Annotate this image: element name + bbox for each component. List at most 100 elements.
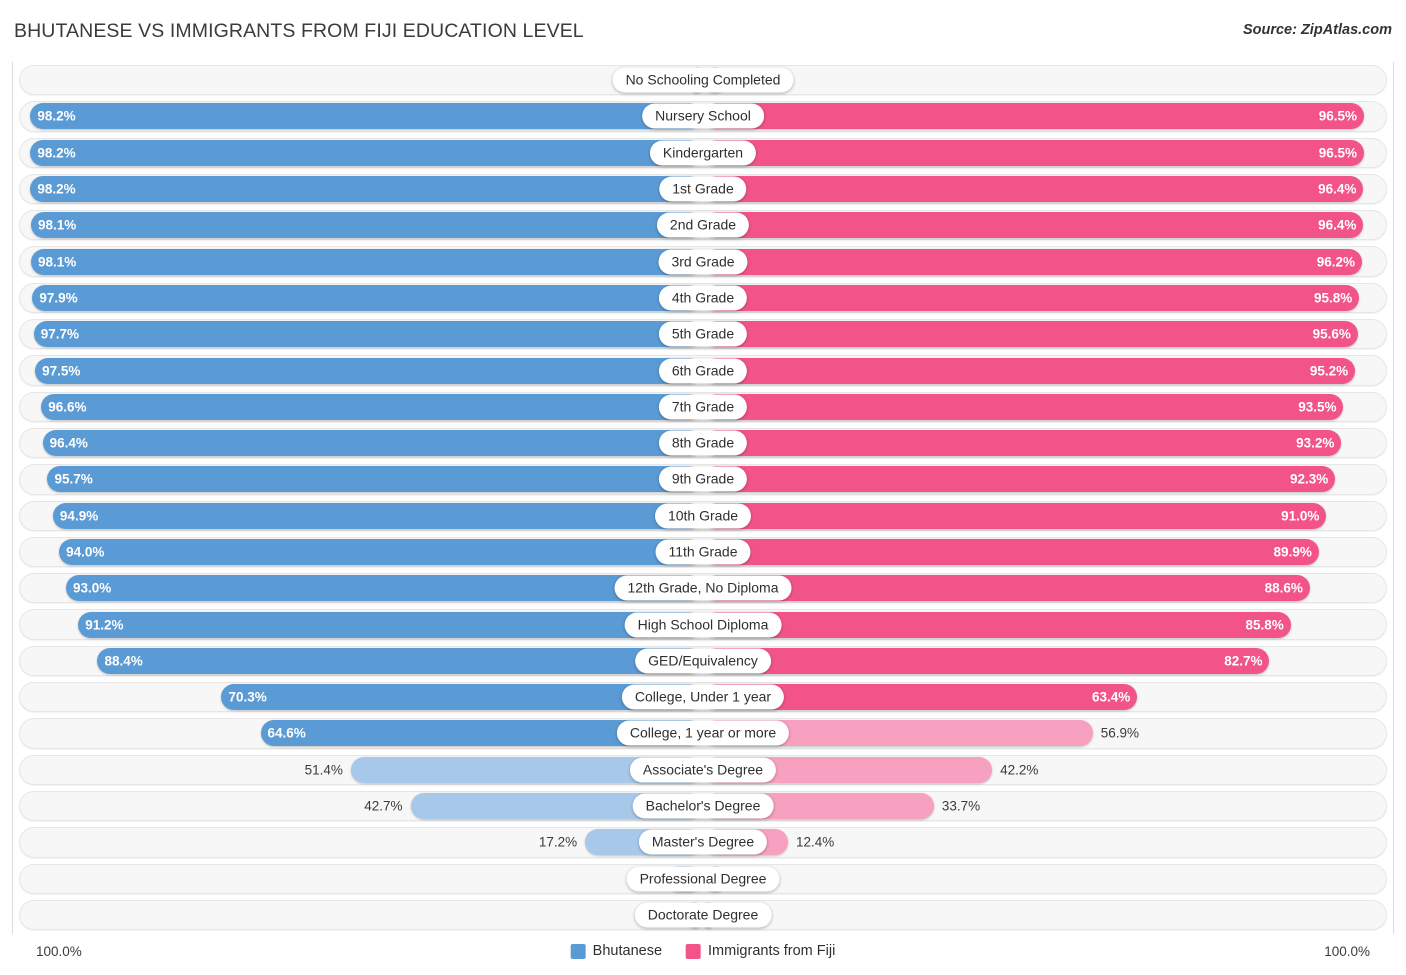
value-label-immigrants-from-fiji: 96.2% xyxy=(1316,253,1355,269)
value-label-bhutanese: 96.6% xyxy=(48,399,87,415)
bar-immigrants-from-fiji xyxy=(703,248,1362,275)
chart-row: 51.4% 42.2% Associate's Degree xyxy=(13,752,1393,788)
bar-immigrants-from-fiji xyxy=(703,575,1310,602)
value-label-bhutanese: 91.2% xyxy=(85,616,124,632)
chart-row: 98.2% 96.5% Nursery School xyxy=(13,98,1393,134)
bar-immigrants-from-fiji xyxy=(703,502,1327,529)
category-label: Professional Degree xyxy=(626,866,780,892)
value-label-bhutanese: 64.6% xyxy=(267,725,306,741)
bar-immigrants-from-fiji xyxy=(703,103,1365,130)
chart-legend: Bhutanese Immigrants from Fiji xyxy=(570,943,835,959)
legend-item[interactable]: Bhutanese xyxy=(570,943,663,959)
bar-bhutanese xyxy=(59,539,703,565)
value-label-immigrants-from-fiji: 96.4% xyxy=(1318,217,1357,233)
value-label-immigrants-from-fiji: 93.2% xyxy=(1296,435,1335,451)
value-label-immigrants-from-fiji: 33.7% xyxy=(941,798,981,814)
bar-bhutanese xyxy=(31,248,703,275)
value-label-immigrants-from-fiji: 89.9% xyxy=(1273,544,1312,560)
chart-row: 95.7% 92.3% 9th Grade xyxy=(13,461,1393,497)
bar-bhutanese xyxy=(52,502,703,529)
value-label-immigrants-from-fiji: 96.4% xyxy=(1318,181,1357,197)
value-label-immigrants-from-fiji: 91.0% xyxy=(1281,507,1320,523)
value-label-bhutanese: 98.1% xyxy=(38,217,77,233)
bar-bhutanese xyxy=(32,284,703,311)
chart-row: 97.7% 95.6% 5th Grade xyxy=(13,316,1393,352)
legend-swatch-icon xyxy=(570,943,586,959)
value-label-bhutanese: 98.1% xyxy=(38,253,77,269)
bar-bhutanese xyxy=(41,393,703,420)
bar-bhutanese xyxy=(35,357,703,384)
chart-row: 70.3% 63.4% College, Under 1 year xyxy=(13,679,1393,715)
value-label-bhutanese: 93.0% xyxy=(72,580,112,596)
bar-immigrants-from-fiji xyxy=(703,393,1344,420)
value-label-immigrants-from-fiji: 95.6% xyxy=(1312,326,1351,342)
category-label: College, Under 1 year xyxy=(621,684,785,710)
category-label: Master's Degree xyxy=(638,829,768,855)
chart-row: 42.7% 33.7% Bachelor's Degree xyxy=(13,788,1393,824)
value-label-bhutanese: 98.2% xyxy=(37,181,76,197)
value-label-immigrants-from-fiji: 95.8% xyxy=(1313,290,1353,306)
bar-immigrants-from-fiji xyxy=(703,212,1364,239)
axis-label-right: 100.0% xyxy=(1324,944,1370,959)
bar-immigrants-from-fiji xyxy=(703,466,1336,493)
value-label-bhutanese: 95.7% xyxy=(54,471,93,487)
value-label-bhutanese: 88.4% xyxy=(104,653,143,669)
bar-bhutanese xyxy=(30,139,703,166)
legend-item[interactable]: Immigrants from Fiji xyxy=(686,943,835,959)
value-label-bhutanese: 51.4% xyxy=(304,762,343,778)
chart-row: 96.4% 93.2% 8th Grade xyxy=(13,425,1393,461)
category-label: 5th Grade xyxy=(658,321,748,347)
chart-row: 2.3%1.6%Doctorate Degree xyxy=(13,897,1393,933)
value-label-immigrants-from-fiji: 42.2% xyxy=(1000,762,1039,778)
bar-immigrants-from-fiji xyxy=(703,647,1270,674)
category-label: 4th Grade xyxy=(658,285,748,311)
category-label: High School Diploma xyxy=(624,612,782,638)
axis-label-left: 100.0% xyxy=(36,944,82,959)
chart-page: BHUTANESE VS IMMIGRANTS FROM FIJI EDUCAT… xyxy=(0,0,1406,975)
chart-row: 98.1% 96.4% 2nd Grade xyxy=(13,207,1393,243)
legend-label: Immigrants from Fiji xyxy=(708,943,836,959)
bar-bhutanese xyxy=(30,176,703,203)
value-label-immigrants-from-fiji: 63.4% xyxy=(1092,689,1131,705)
category-label: Nursery School xyxy=(642,103,764,129)
value-label-bhutanese: 70.3% xyxy=(228,689,267,705)
chart-row: 17.2% 12.4% Master's Degree xyxy=(13,824,1393,860)
bar-bhutanese xyxy=(33,321,703,348)
category-label: Doctorate Degree xyxy=(634,902,772,928)
bar-immigrants-from-fiji xyxy=(703,357,1356,384)
category-label: 2nd Grade xyxy=(656,212,750,238)
value-label-bhutanese: 97.9% xyxy=(39,290,78,306)
bar-immigrants-from-fiji xyxy=(703,430,1342,457)
bar-bhutanese xyxy=(78,611,703,638)
value-label-bhutanese: 17.2% xyxy=(538,834,578,850)
chart-row: 91.2% 85.8% High School Diploma xyxy=(13,606,1393,642)
value-label-bhutanese: 96.4% xyxy=(49,435,88,451)
value-label-immigrants-from-fiji: 93.5% xyxy=(1298,399,1337,415)
legend-label: Bhutanese xyxy=(592,943,663,959)
chart-header: BHUTANESE VS IMMIGRANTS FROM FIJI EDUCAT… xyxy=(0,0,1406,62)
chart-row: 98.2% 96.4% 1st Grade xyxy=(13,171,1393,207)
chart-row: 1.8%3.5%No Schooling Completed xyxy=(13,62,1393,98)
bar-immigrants-from-fiji xyxy=(703,284,1360,311)
chart-row: 98.1% 96.2% 3rd Grade xyxy=(13,243,1393,279)
bar-bhutanese xyxy=(97,647,703,674)
chart-row: 88.4% 82.7% GED/Equivalency xyxy=(13,643,1393,679)
category-label: GED/Equivalency xyxy=(635,648,771,674)
category-label: 10th Grade xyxy=(654,503,752,529)
category-label: 11th Grade xyxy=(655,539,751,565)
bar-bhutanese xyxy=(31,212,703,239)
value-label-bhutanese: 98.2% xyxy=(37,108,76,124)
bar-bhutanese xyxy=(42,430,703,457)
source-attribution: Source: ZipAtlas.com xyxy=(1242,22,1392,38)
category-label: 8th Grade xyxy=(658,430,748,456)
chart-row: 94.9% 91.0% 10th Grade xyxy=(13,498,1393,534)
bar-bhutanese xyxy=(65,575,703,602)
chart-footer: 100.0% 100.0% Bhutanese Immigrants from F… xyxy=(0,934,1406,975)
value-label-bhutanese: 94.9% xyxy=(59,507,99,523)
category-label: Kindergarten xyxy=(649,140,757,166)
chart-row: 64.6% 56.9% College, 1 year or more xyxy=(13,715,1393,751)
chart-row: 94.0% 89.9% 11th Grade xyxy=(13,534,1393,570)
value-label-bhutanese: 97.7% xyxy=(40,326,80,342)
value-label-immigrants-from-fiji: 88.6% xyxy=(1264,580,1303,596)
value-label-bhutanese: 94.0% xyxy=(66,544,105,560)
